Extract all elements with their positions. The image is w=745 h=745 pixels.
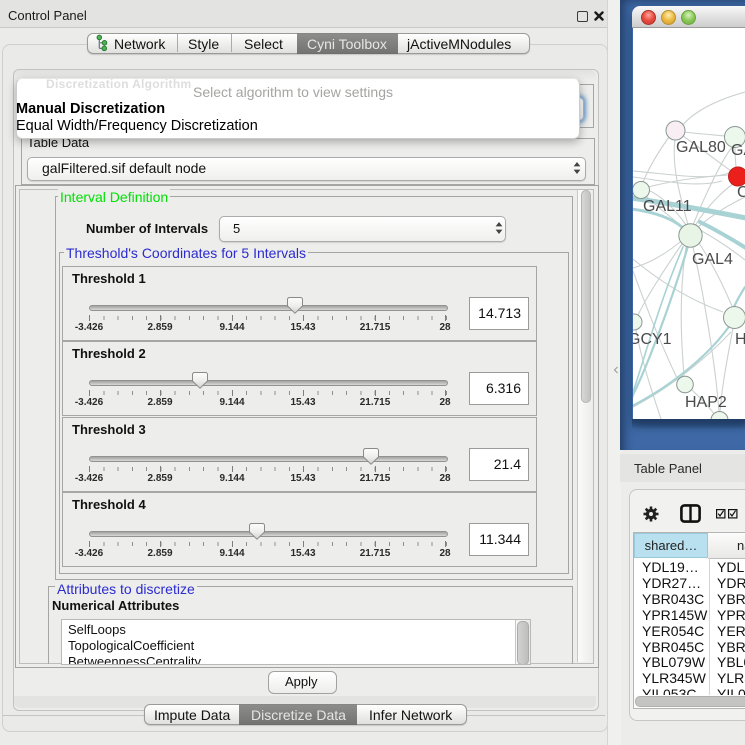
svg-text:HI: HI: [735, 331, 745, 348]
svg-text:CD: CD: [737, 184, 745, 201]
svg-text:GAL4: GAL4: [692, 251, 733, 268]
svg-text:GA: GA: [731, 142, 745, 159]
svg-text:GCY1: GCY1: [633, 331, 672, 348]
svg-text:HAP2: HAP2: [685, 394, 727, 411]
svg-text:GAL11: GAL11: [643, 198, 692, 215]
svg-text:GAL80: GAL80: [676, 139, 726, 156]
